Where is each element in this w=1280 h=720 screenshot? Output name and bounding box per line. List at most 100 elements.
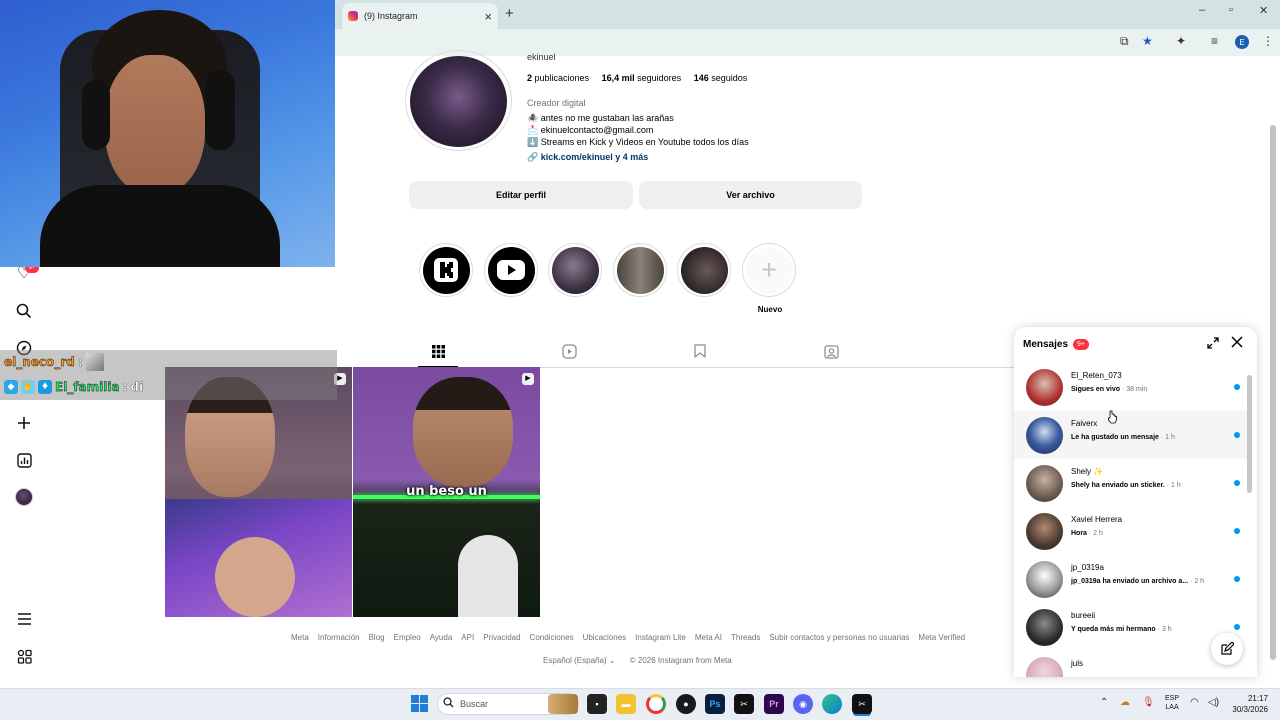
kick-logo-icon — [434, 258, 458, 282]
footer-link[interactable]: Blog — [369, 633, 385, 642]
capcut-app-icon[interactable]: ✂ — [734, 694, 754, 714]
edit-profile-button[interactable]: Editar perfil — [409, 181, 633, 209]
conversation-item[interactable]: El_Reten_073 Sigues en vivo · 38 min — [1014, 363, 1249, 411]
footer-link[interactable]: Empleo — [394, 633, 421, 642]
expand-icon[interactable] — [1207, 337, 1219, 352]
chrome-app-icon[interactable] — [646, 694, 666, 714]
tagged-icon — [823, 344, 839, 359]
page-scrollbar[interactable] — [1270, 125, 1276, 660]
footer-link[interactable]: Ubicaciones — [583, 633, 627, 642]
bio-line: 🕷️ antes no me gustaban las arañas — [527, 113, 674, 123]
highlight-photo-1[interactable] — [548, 243, 602, 297]
close-window-button[interactable]: ✕ — [1259, 4, 1268, 17]
compose-message-button[interactable] — [1211, 633, 1243, 665]
discord-app-icon[interactable]: ◉ — [793, 694, 813, 714]
edge-app-icon[interactable] — [822, 694, 842, 714]
bookmark-icon — [694, 344, 706, 358]
taskbar-clock[interactable]: 21:17 30/3/2026 — [1226, 693, 1268, 715]
following-count[interactable]: 146 — [694, 73, 709, 83]
saved-tab[interactable] — [691, 342, 709, 360]
taskbar-search-placeholder: Buscar — [460, 699, 489, 709]
followers-count[interactable]: 16,4 mil — [602, 73, 635, 83]
posts-label: publicaciones — [534, 73, 590, 83]
highlight-kick[interactable] — [419, 243, 473, 297]
microphone-icon[interactable]: 🎙 — [1142, 697, 1155, 708]
reels-tab[interactable] — [560, 342, 578, 360]
browser-tab-instagram[interactable]: (9) Instagram × — [342, 3, 498, 29]
highlight-new[interactable]: + — [742, 243, 796, 297]
profile-avatar[interactable] — [410, 56, 507, 147]
browser-profile-avatar[interactable]: E — [1235, 35, 1249, 49]
browser-toolbar — [335, 29, 1280, 56]
terminal-app-icon[interactable]: ▪ — [587, 694, 607, 714]
bookmark-star-icon[interactable]: ★ — [1142, 34, 1153, 48]
conversation-item[interactable]: Xaviel Herrera Hora · 2 h — [1014, 507, 1249, 555]
footer-link[interactable]: Privacidad — [483, 633, 520, 642]
tab-close-icon[interactable]: × — [484, 9, 492, 24]
messages-panel: Mensajes 9+ El_Reten_073 Sigues en vivo … — [1014, 327, 1257, 677]
dashboard-icon[interactable] — [14, 450, 34, 470]
maximize-button[interactable]: ▫ — [1229, 4, 1233, 16]
footer-link[interactable]: Subir contactos y personas no usuarias — [769, 633, 909, 642]
footer-link[interactable]: Meta — [291, 633, 309, 642]
also-from-meta-icon[interactable] — [14, 646, 34, 666]
conversation-item[interactable]: jp_0319a jp_0319a ha enviado un archivo … — [1014, 555, 1249, 603]
tagged-tab[interactable] — [822, 342, 840, 360]
search-highlight-icon — [548, 694, 578, 714]
messages-scrollbar[interactable] — [1247, 375, 1252, 493]
chat-badge-icon: ✋ — [21, 380, 35, 394]
lang-line1: ESP — [1165, 695, 1180, 702]
followers-label[interactable]: seguidores — [637, 73, 681, 83]
conversation-item[interactable]: Faiverx Le ha gustado un mensaje · 1 h — [1014, 411, 1249, 459]
photoshop-app-icon[interactable]: Ps — [705, 694, 725, 714]
highlight-youtube[interactable] — [484, 243, 538, 297]
following-label[interactable]: seguidos — [711, 73, 747, 83]
minimize-button[interactable]: – — [1199, 4, 1205, 16]
footer-link[interactable]: Condiciones — [530, 633, 574, 642]
windows-start-icon[interactable] — [411, 695, 428, 712]
footer-link[interactable]: Instagram Lite — [635, 633, 686, 642]
keyboard-language[interactable]: ESP LAA — [1165, 694, 1179, 712]
obs-app-icon[interactable]: ● — [676, 694, 696, 714]
more-menu-icon[interactable] — [14, 609, 34, 629]
footer-link[interactable]: API — [461, 633, 474, 642]
highlight-photo-2[interactable] — [613, 243, 667, 297]
create-plus-icon[interactable] — [14, 413, 34, 433]
streamer-torso — [40, 185, 280, 267]
footer-link[interactable]: Información — [318, 633, 360, 642]
conversation-item[interactable]: Shely ✨ Shely ha enviado un sticker. · 1… — [1014, 459, 1249, 507]
new-tab-button[interactable]: + — [505, 5, 514, 22]
taskbar-search-icon — [443, 697, 454, 711]
wifi-icon[interactable]: ◠ — [1190, 697, 1199, 708]
compose-icon — [1221, 642, 1234, 655]
posts-grid-tab[interactable] — [429, 342, 447, 360]
volume-icon[interactable]: ◁) — [1208, 697, 1219, 708]
footer-link[interactable]: Ayuda — [430, 633, 453, 642]
tray-app-icon[interactable]: ☁ — [1120, 697, 1130, 708]
post-reel-1[interactable]: ▶ — [165, 367, 352, 617]
post-person — [458, 535, 518, 617]
profile-nav-avatar[interactable] — [15, 488, 33, 506]
tray-overflow-icon[interactable]: ⌃ — [1100, 697, 1108, 708]
chat-text: di — [130, 380, 144, 394]
post-person — [215, 537, 295, 617]
capcut-active-app-icon[interactable]: ✂ — [852, 694, 872, 714]
bio-link[interactable]: 🔗 kick.com/ekinuel y 4 más — [527, 152, 648, 163]
footer-link[interactable]: Threads — [731, 633, 760, 642]
highlight-photo-3[interactable] — [677, 243, 731, 297]
extensions-icon[interactable]: ✦ — [1176, 34, 1186, 48]
file-explorer-icon[interactable]: ▬ — [616, 694, 636, 714]
view-archive-button[interactable]: Ver archivo — [639, 181, 862, 209]
conversation-preview: jp_0319a ha enviado un archivo a... · 2 … — [1071, 578, 1205, 585]
footer-link[interactable]: Meta AI — [695, 633, 722, 642]
install-app-icon[interactable]: ⧉ — [1120, 34, 1129, 49]
browser-menu-icon[interactable]: ⋮ — [1262, 34, 1274, 48]
footer-link[interactable]: Meta Verified — [918, 633, 965, 642]
close-icon[interactable] — [1231, 335, 1243, 352]
language-selector[interactable]: Español (España) ⌄ — [543, 656, 616, 665]
unread-dot — [1234, 624, 1240, 630]
chat-username: el_neco_rd — [4, 355, 75, 369]
premiere-app-icon[interactable]: Pr — [764, 694, 784, 714]
media-control-icon[interactable]: ≡ — [1211, 34, 1218, 48]
search-icon[interactable] — [14, 301, 34, 321]
